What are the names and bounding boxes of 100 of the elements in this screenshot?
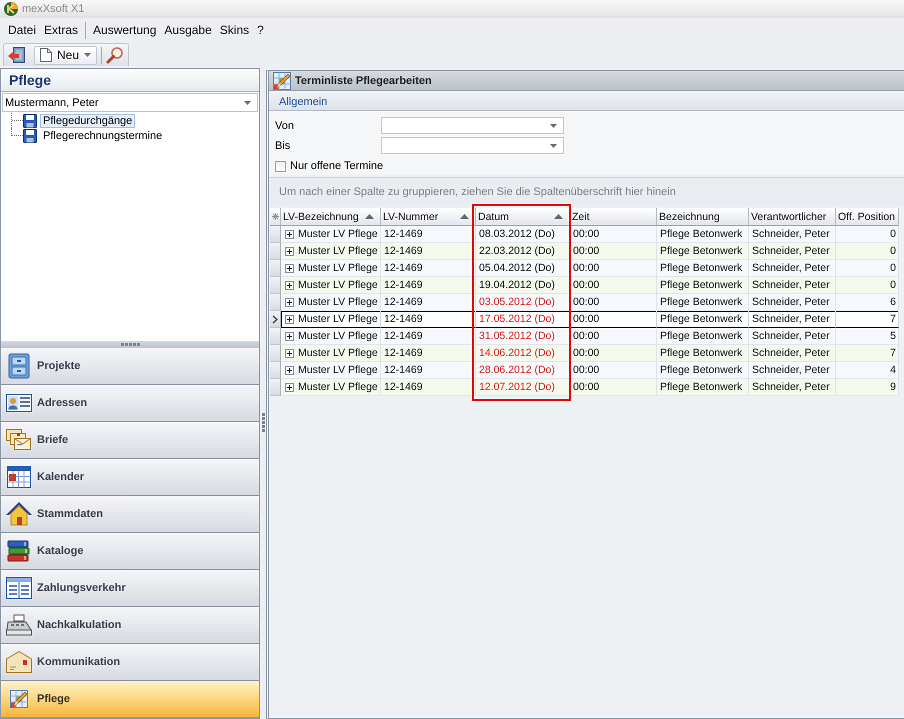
grip-icon[interactable] [262, 413, 264, 432]
table-cell: 03.05.2012 (Do) [479, 296, 555, 308]
tree-item[interactable]: Pflegedurchgänge [40, 114, 136, 128]
tab[interactable]: Allgemein [275, 96, 332, 110]
menu-item[interactable]: Extras [40, 21, 82, 39]
table-row[interactable]: Muster LV Pflege 12-1469 19.04.2012 (Do) 00:00 Pflege Betonwerk Schneider, Peter 0 [281, 277, 899, 294]
dropdown-field[interactable] [381, 117, 564, 134]
sort-arrow-icon [554, 214, 563, 219]
table-cell: Muster LV Pflege [298, 245, 378, 257]
caret-icon [550, 124, 557, 128]
table-cell: 19.04.2012 (Do) [479, 279, 555, 291]
menu-item[interactable]: Skins [216, 21, 254, 39]
table-cell: Muster LV Pflege [298, 313, 378, 325]
expand-icon[interactable] [285, 230, 294, 238]
table-cell: 17.05.2012 (Do) [479, 313, 555, 325]
door-arrow-icon[interactable] [8, 46, 26, 64]
table-cell: Pflege Betonwerk [660, 381, 742, 393]
expand-icon[interactable] [285, 332, 294, 340]
table-cell: 0 [890, 279, 896, 291]
nav-item[interactable]: Zahlungsverkehr [1, 570, 259, 607]
expand-icon[interactable] [285, 298, 294, 306]
table-cell: 0 [890, 262, 896, 274]
dropdown-field[interactable] [381, 137, 564, 154]
table-cell: 22.03.2012 (Do) [479, 245, 555, 257]
tree-item[interactable]: Pflegerechnungstermine [40, 128, 166, 142]
expand-icon[interactable] [285, 382, 294, 392]
envelope-icon [6, 651, 32, 673]
person-select[interactable]: Mustermann, Peter [2, 93, 258, 112]
table-row[interactable]: Muster LV Pflege 12-1469 03.05.2012 (Do) 00:00 Pflege Betonwerk Schneider, Peter 6 [281, 294, 899, 311]
expand-icon[interactable] [285, 366, 294, 374]
table-cell: 12-1469 [384, 296, 423, 308]
nav-item[interactable]: Pflege [1, 681, 259, 718]
caret-icon [244, 100, 251, 104]
table-cell: Pflege Betonwerk [660, 296, 742, 308]
table-cell: 12-1469 [384, 245, 423, 257]
expand-icon[interactable] [285, 314, 294, 324]
table-cell: 4 [890, 364, 896, 376]
table-row[interactable]: Muster LV Pflege 12-1469 14.06.2012 (Do) 00:00 Pflege Betonwerk Schneider, Peter 7 [281, 345, 899, 362]
table-cell: 12-1469 [384, 279, 423, 291]
field-label: Bis [275, 140, 292, 152]
nav-item[interactable]: Briefe [1, 422, 259, 459]
menu-item[interactable]: Auswertung [89, 21, 160, 39]
table-cell: Schneider, Peter [752, 296, 830, 308]
nav-item[interactable]: Kalender [1, 459, 259, 496]
table-row[interactable]: Muster LV Pflege 12-1469 22.03.2012 (Do) 00:00 Pflege Betonwerk Schneider, Peter 0 [281, 243, 899, 260]
column-header[interactable]: Off. Position [836, 208, 899, 226]
table-cell: Pflege Betonwerk [660, 228, 742, 240]
table-cell: 0 [890, 228, 896, 240]
expand-icon[interactable] [285, 280, 294, 290]
ledger-icon [6, 577, 32, 599]
nav-item[interactable]: Projekte [1, 348, 259, 385]
table-cell: 12-1469 [384, 347, 423, 359]
table-cell: 12-1469 [384, 313, 423, 325]
column-header[interactable]: Bezeichnung [657, 208, 749, 226]
search-icon[interactable] [106, 46, 124, 64]
nav-item[interactable]: Nachkalkulation [1, 607, 259, 644]
table-row[interactable]: Muster LV Pflege 12-1469 28.06.2012 (Do) 00:00 Pflege Betonwerk Schneider, Peter 4 [281, 362, 899, 379]
field-label: Von [275, 120, 295, 132]
column-header[interactable]: LV-Nummer [381, 208, 476, 226]
table-row[interactable]: Muster LV Pflege 12-1469 31.05.2012 (Do) 00:00 Pflege Betonwerk Schneider, Peter 5 [281, 328, 899, 345]
column-header[interactable]: Zeit [570, 208, 657, 226]
table-cell: 08.03.2012 (Do) [479, 228, 555, 240]
column-header[interactable]: LV-Bezeichnung [281, 208, 381, 226]
expand-icon[interactable] [285, 348, 294, 358]
column-header[interactable]: Verantwortlicher [749, 208, 836, 226]
table-cell: 00:00 [573, 364, 600, 376]
nav-item[interactable]: Adressen [1, 385, 259, 422]
table-cell: Muster LV Pflege [298, 228, 378, 240]
menu-item[interactable]: Datei [4, 21, 40, 39]
table-row[interactable]: Muster LV Pflege 12-1469 12.07.2012 (Do) 00:00 Pflege Betonwerk Schneider, Peter 9 [281, 379, 899, 396]
new-button[interactable]: Neu [34, 46, 98, 64]
panel-title: Terminliste Pflegearbeiten [295, 74, 432, 86]
table-cell: Pflege Betonwerk [660, 262, 742, 274]
table-cell: 28.06.2012 (Do) [479, 364, 555, 376]
menu-item[interactable]: Ausgabe [160, 21, 216, 39]
logo-icon [4, 2, 18, 16]
expand-icon[interactable] [285, 264, 294, 272]
table-cell: Pflege Betonwerk [660, 245, 742, 257]
column-header[interactable]: Datum [476, 208, 570, 226]
table-cell: Pflege Betonwerk [660, 364, 742, 376]
checkbox[interactable] [275, 160, 286, 172]
asterisk-icon [272, 213, 278, 220]
group-hint: Um nach einer Spalte zu gruppieren, ziehen Sie die Spaltenüberschrift hier hinein [279, 186, 676, 198]
nav-item[interactable]: Stammdaten [1, 496, 259, 533]
table-cell: Schneider, Peter [752, 330, 830, 342]
expand-icon[interactable] [285, 246, 294, 256]
table-row[interactable]: Muster LV Pflege 12-1469 17.05.2012 (Do) 00:00 Pflege Betonwerk Schneider, Peter 7 [281, 311, 899, 328]
table-cell: Schneider, Peter [752, 313, 830, 325]
table-row[interactable]: Muster LV Pflege 12-1469 05.04.2012 (Do) 00:00 Pflege Betonwerk Schneider, Peter 0 [281, 260, 899, 277]
grip-icon[interactable] [120, 343, 140, 346]
sort-arrow-icon [460, 214, 469, 219]
table-cell: 12-1469 [384, 262, 423, 274]
nav-item[interactable]: Kataloge [1, 533, 259, 570]
nav-item[interactable]: Kommunikation [1, 644, 259, 681]
menu-item[interactable]: ? [253, 21, 268, 39]
table-cell: 12-1469 [384, 381, 423, 393]
row-selector[interactable] [270, 311, 281, 328]
pencil-grid-icon [10, 690, 28, 708]
table-row[interactable]: Muster LV Pflege 12-1469 08.03.2012 (Do) 00:00 Pflege Betonwerk Schneider, Peter 0 [281, 226, 899, 243]
table-cell: Muster LV Pflege [298, 279, 378, 291]
